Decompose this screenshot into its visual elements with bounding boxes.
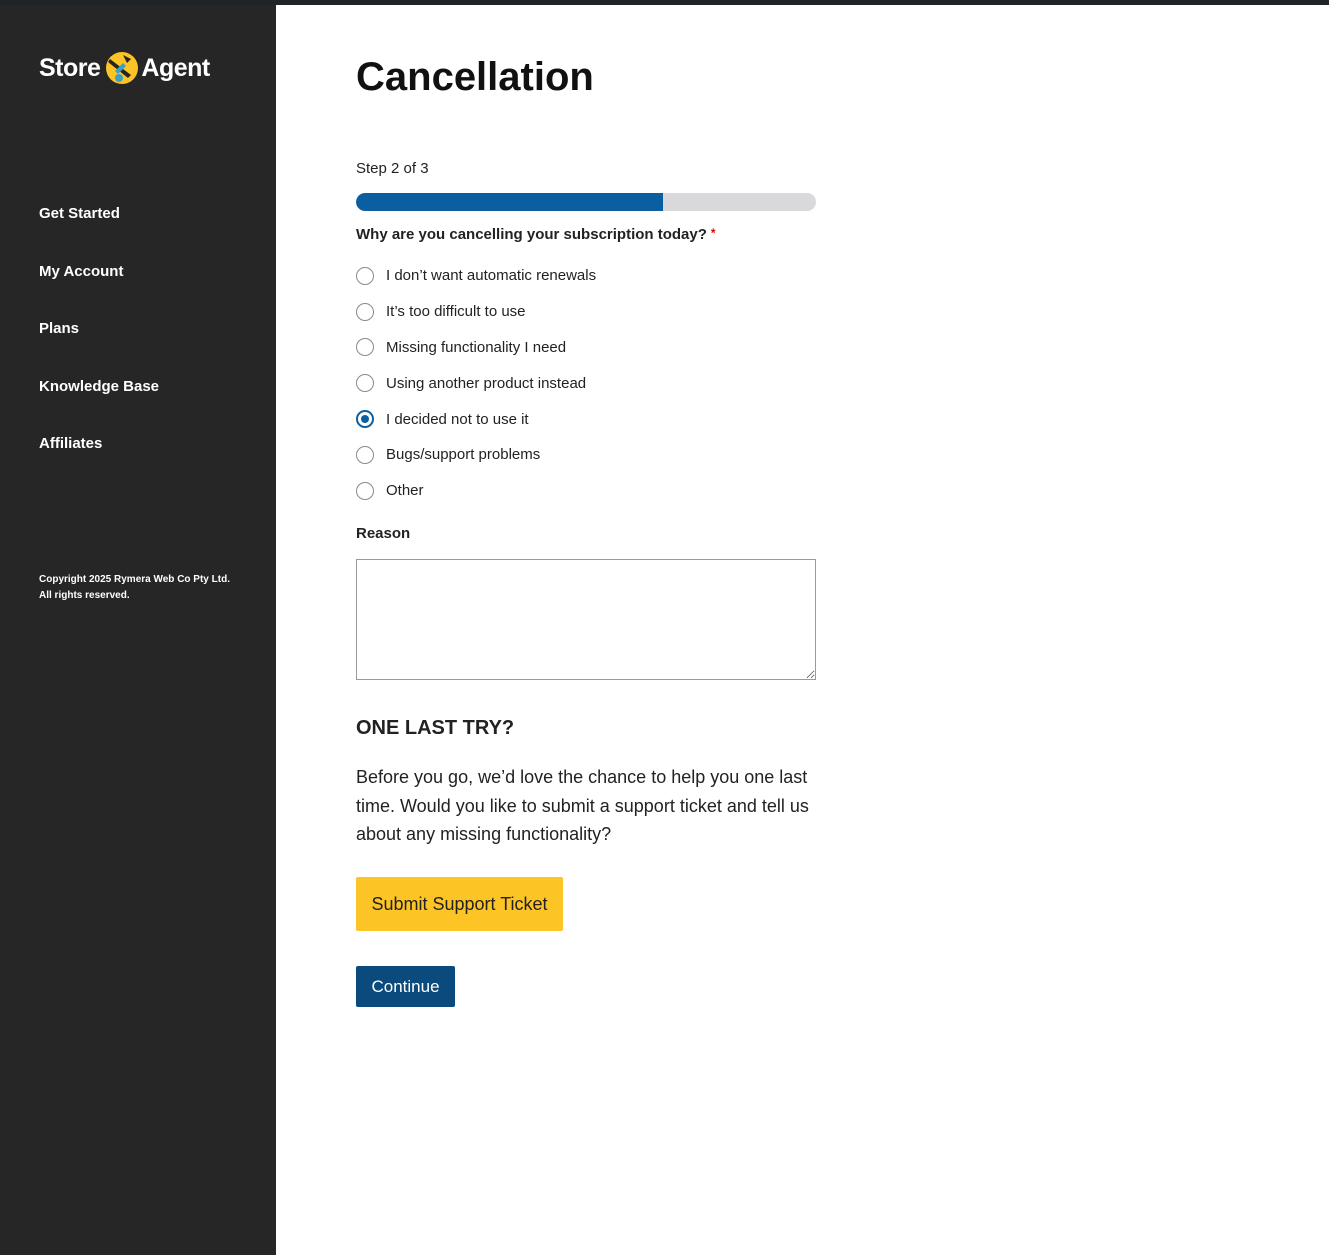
reason-label: Reason [356,525,411,542]
option-label: I don’t want automatic renewals [386,267,597,285]
one-last-try-text: Before you go, we’d love the chance to h… [356,767,809,844]
sidebar-item-plans[interactable]: Plans [39,316,159,374]
radio-button[interactable] [356,266,374,285]
option-label: Other [386,482,424,500]
required-mark: * [710,226,716,240]
page-title: Cancellation [356,55,594,99]
reason-option-too-difficult[interactable]: It’s too difficult to use [356,294,816,330]
sidebar-item-knowledge-base[interactable]: Knowledge Base [39,374,159,432]
reason-option-another-product[interactable]: Using another product instead [356,365,816,401]
radio-button[interactable] [356,445,374,464]
question-text: Why are you cancelling your subscription… [356,226,707,243]
step-indicator: Step 2 of 3 [356,160,429,177]
reason-option-other[interactable]: Other [356,473,816,509]
radio-button[interactable] [356,374,374,393]
reason-textarea[interactable] [356,559,816,680]
copyright-line-2: All rights reserved. [39,590,130,601]
submit-support-ticket-button[interactable]: Submit Support Ticket [356,877,563,931]
agent-logo-icon [101,49,139,87]
one-last-try-heading: ONE LAST TRY? [356,717,515,739]
radio-button[interactable] [356,481,374,500]
logo-word-agent: Agent [141,53,210,82]
radio-button[interactable] [356,338,374,357]
radio-button[interactable] [356,410,374,429]
reason-option-missing-functionality[interactable]: Missing functionality I need [356,330,816,366]
option-label: Missing functionality I need [386,338,567,356]
continue-button[interactable]: Continue [356,966,455,1007]
progress-bar-fill [356,193,663,211]
radio-button[interactable] [356,302,374,321]
sidebar-item-affiliates[interactable]: Affiliates [39,431,159,489]
option-label: I decided not to use it [386,410,529,428]
progress-bar [356,193,816,211]
sidebar-item-get-started[interactable]: Get Started [39,201,159,259]
sidebar: Store Agent Get Started My Account Plans… [0,5,276,1255]
reason-option-decided-not-to-use[interactable]: I decided not to use it [356,401,816,437]
sidebar-item-my-account[interactable]: My Account [39,259,159,317]
cancellation-question: Why are you cancelling your subscription… [356,226,716,243]
cancellation-reasons: I don’t want automatic renewals It’s too… [356,258,816,509]
store-agent-logo[interactable]: Store Agent [39,43,239,93]
sidebar-nav: Get Started My Account Plans Knowledge B… [39,201,159,489]
reason-option-auto-renewals[interactable]: I don’t want automatic renewals [356,258,816,294]
logo-word-store: Store [39,53,101,82]
option-label: Bugs/support problems [386,446,541,464]
reason-option-bugs-support[interactable]: Bugs/support problems [356,437,816,473]
option-label: Using another product instead [386,374,587,392]
copyright-notice: Copyright 2025 Rymera Web Co Pty Ltd. Al… [39,572,230,604]
copyright-line-1: Copyright 2025 Rymera Web Co Pty Ltd. [39,574,230,585]
option-label: It’s too difficult to use [386,303,526,321]
